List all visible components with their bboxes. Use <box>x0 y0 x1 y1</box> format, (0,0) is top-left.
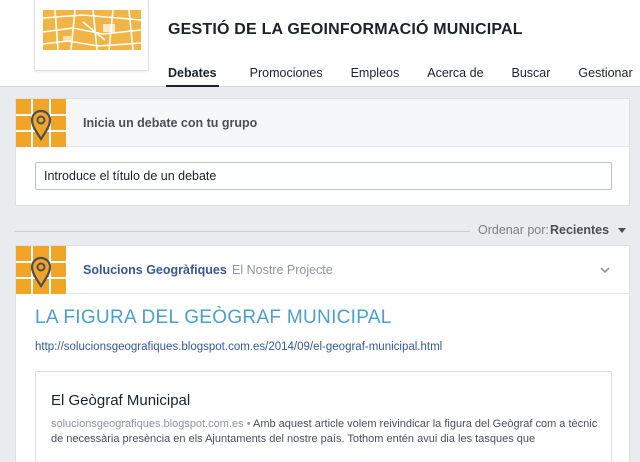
separator-dot: • <box>246 418 251 430</box>
sort-bar: Ordenar por: Recientes <box>15 222 630 240</box>
tab-promociones[interactable]: Promociones <box>250 66 323 87</box>
chevron-down-icon[interactable] <box>600 266 610 274</box>
composer-header: Inicia un debate con tu grupo <box>16 99 629 147</box>
discussion-title-input[interactable]: Introduce el título de un debate <box>35 162 612 190</box>
tab-gestionar[interactable]: Gestionar <box>578 66 632 87</box>
group-tabs: Debates Promociones Empleos Acerca de Bu… <box>166 66 633 87</box>
discussion-composer: Inicia un debate con tu grupo Introduce … <box>15 98 630 206</box>
tab-acerca-de[interactable]: Acerca de <box>427 66 483 87</box>
discussion-post: Solucions Geogràfiques El Nostre Project… <box>15 245 630 462</box>
tab-debates[interactable]: Debates <box>166 66 219 87</box>
post-sublabel[interactable]: El Nostre Projecte <box>232 263 333 277</box>
composer-label[interactable]: Inicia un debate con tu grupo <box>83 116 257 130</box>
tab-empleos[interactable]: Empleos <box>351 66 400 87</box>
post-link[interactable]: http://solucionsgeografiques.blogspot.co… <box>35 341 442 353</box>
preview-description: solucionsgeografiques.blogspot.com.es • … <box>51 417 601 447</box>
caret-down-icon[interactable] <box>618 228 626 233</box>
post-author[interactable]: Solucions Geogràfiques <box>83 263 227 277</box>
divider <box>15 231 470 232</box>
map-pin-icon <box>16 99 66 147</box>
map-pin-icon[interactable] <box>16 246 66 294</box>
preview-title[interactable]: El Geògraf Municipal <box>51 392 190 409</box>
post-title: LA FIGURA DEL GEÒGRAF MUNICIPAL <box>35 307 392 328</box>
group-cover-photo[interactable] <box>34 0 149 71</box>
tab-buscar[interactable]: Buscar <box>512 66 551 87</box>
post-header: Solucions Geogràfiques El Nostre Project… <box>16 246 629 294</box>
sort-label: Ordenar por: <box>478 223 549 237</box>
sort-dropdown[interactable]: Recientes <box>550 223 609 237</box>
link-preview[interactable]: El Geògraf Municipal solucionsgeografiqu… <box>35 371 612 462</box>
map-cover-image <box>43 10 141 50</box>
preview-domain: solucionsgeografiques.blogspot.com.es <box>51 418 244 430</box>
group-header: GESTIÓ DE LA GEOINFORMACIÓ MUNICIPAL Deb… <box>0 0 640 87</box>
group-title[interactable]: GESTIÓ DE LA GEOINFORMACIÓ MUNICIPAL <box>168 21 523 39</box>
